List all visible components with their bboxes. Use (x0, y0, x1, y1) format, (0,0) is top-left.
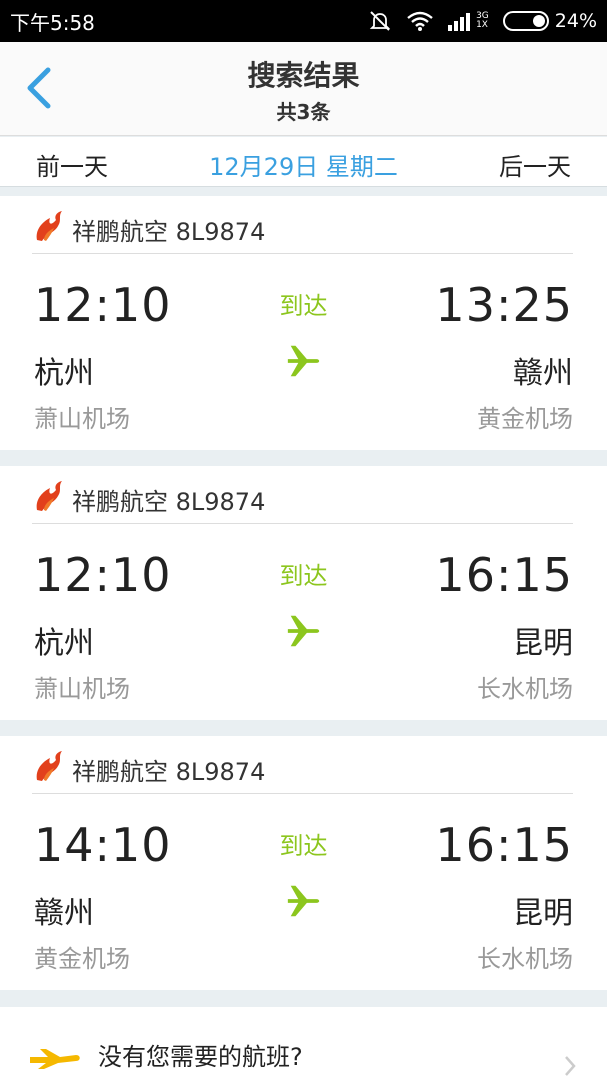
status-bar: 下午5:58 3G 1X 24% (0, 0, 607, 42)
page-title: 搜索结果 (247, 59, 360, 92)
network-bottom-label: 1X (476, 20, 488, 30)
arrival-time: 13:25 (435, 278, 573, 332)
flight-card-header: 祥鹏航空 8L9874 (32, 196, 573, 254)
flight-card[interactable]: 祥鹏航空 8L9874 12:10 到达 16:15 杭州 昆明 萧山机场 长水… (0, 466, 607, 720)
next-day-button[interactable]: 后一天 (499, 147, 571, 182)
flame-logo-icon (36, 751, 62, 781)
arrival-airport: 黄金机场 (477, 405, 573, 433)
airline-flight-number: 祥鹏航空 8L9874 (72, 218, 266, 246)
arrival-city: 昆明 (513, 896, 573, 931)
airplane-icon (287, 345, 320, 377)
arrival-airport: 长水机场 (477, 675, 573, 703)
airplane-icon (30, 1049, 80, 1069)
airplane-icon (287, 885, 320, 917)
arrival-time: 16:15 (435, 548, 573, 602)
airline-flight-number: 祥鹏航空 8L9874 (72, 758, 266, 786)
airline-flight-number: 祥鹏航空 8L9874 (72, 488, 266, 516)
battery-indicator: 24% (502, 10, 597, 32)
chevron-right-icon (565, 1056, 576, 1076)
status-icons: 3G 1X 24% (368, 9, 597, 33)
status-time: 下午5:58 (10, 10, 95, 35)
departure-city: 杭州 (34, 626, 94, 661)
arrival-time: 16:15 (435, 818, 573, 872)
departure-city: 赣州 (34, 896, 94, 931)
flame-logo-icon (36, 481, 62, 511)
date-bar: 前一天 12月29日 星期二 后一天 (0, 137, 607, 187)
flight-card-header: 祥鹏航空 8L9874 (32, 736, 573, 794)
flame-logo-icon (36, 211, 62, 241)
flight-card[interactable]: 祥鹏航空 8L9874 12:10 到达 13:25 杭州 赣州 萧山机场 黄金… (0, 196, 607, 450)
network-type: 3G 1X (476, 12, 489, 30)
nav-bar: 搜索结果 共3条 (0, 42, 607, 136)
flight-card[interactable]: 祥鹏航空 8L9874 14:10 到达 16:15 赣州 昆明 黄金机场 长水… (0, 736, 607, 990)
arrival-city: 赣州 (513, 356, 573, 391)
airplane-icon (287, 615, 320, 647)
result-count: 共3条 (276, 100, 331, 124)
flight-card-header: 祥鹏航空 8L9874 (32, 466, 573, 524)
signal-icon (448, 13, 471, 31)
departure-airport: 萧山机场 (34, 675, 130, 703)
departure-city: 杭州 (34, 356, 94, 391)
departure-airport: 萧山机场 (34, 405, 130, 433)
departure-airport: 黄金机场 (34, 945, 130, 973)
arrival-airport: 长水机场 (477, 945, 573, 973)
arrival-city: 昆明 (513, 626, 573, 661)
wifi-icon (407, 11, 433, 31)
mute-icon (369, 11, 391, 31)
battery-percent: 24% (554, 10, 597, 32)
no-flight-text: 没有您需要的航班? (98, 1043, 303, 1071)
no-flight-help[interactable]: 没有您需要的航班? (0, 1007, 607, 1080)
battery-icon (502, 11, 549, 31)
